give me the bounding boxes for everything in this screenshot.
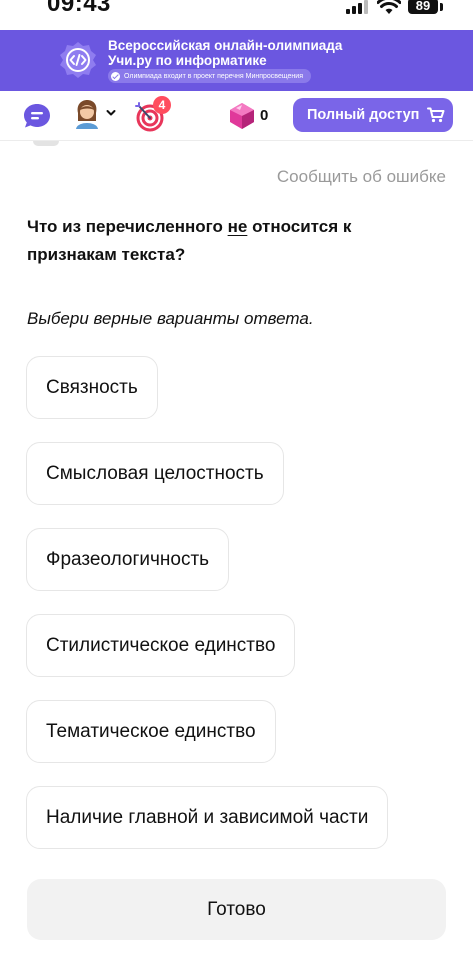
answer-option[interactable]: Смысловая целостность [26,442,284,505]
banner-title: Всероссийская онлайн-олимпиада Учи.ру по… [108,38,342,68]
gems-count: 0 [260,107,269,124]
banner-title-line1: Всероссийская онлайн-олимпиада [108,38,343,53]
answer-option[interactable]: Связность [26,356,158,419]
done-button[interactable]: Готово [27,879,446,940]
scrolled-card-edge [33,141,59,146]
banner-pill-text: Олимпиада входит в проект перечня Минпро… [124,72,303,80]
banner-pill: Олимпиада входит в проект перечня Минпро… [108,69,311,83]
question-text: Что из перечисленного не относится к при… [27,213,427,269]
answer-option[interactable]: Наличие главной и зависимой части [26,786,389,849]
report-error-link[interactable]: Сообщить об ошибке [277,167,446,187]
chevron-down-icon[interactable] [106,109,116,117]
cart-icon [427,107,445,123]
question-part1: Что из перечисленного [27,217,228,236]
full-access-label: Полный доступ [307,107,420,123]
status-bar: 09:43 89 [0,0,473,30]
wifi-icon [377,0,401,14]
battery-tip [440,3,443,11]
status-time: 09:43 [47,0,111,17]
instruction-text: Выбери верные варианты ответа. [27,309,314,328]
question-emphasis: не [227,217,248,236]
chat-icon[interactable] [23,103,51,129]
gem-icon[interactable] [229,102,255,130]
cellular-signal-icon [346,0,368,14]
battery-icon: 89 [408,0,438,14]
top-navbar: 4 0 Полный доступ [0,91,473,141]
notifications-badge: 4 [153,96,171,114]
checkmark-icon [111,71,120,81]
olympiad-banner[interactable]: Всероссийская онлайн-олимпиада Учи.ру по… [0,30,473,91]
answer-option[interactable]: Стилистическое единство [26,614,296,677]
full-access-button[interactable]: Полный доступ [293,98,453,132]
answer-option[interactable]: Тематическое единство [26,700,276,763]
avatar[interactable] [72,99,102,129]
banner-title-line2: Учи.ру по информатике [108,53,267,68]
answer-option[interactable]: Фразеологичность [26,528,230,591]
code-brackets-icon [60,42,96,78]
